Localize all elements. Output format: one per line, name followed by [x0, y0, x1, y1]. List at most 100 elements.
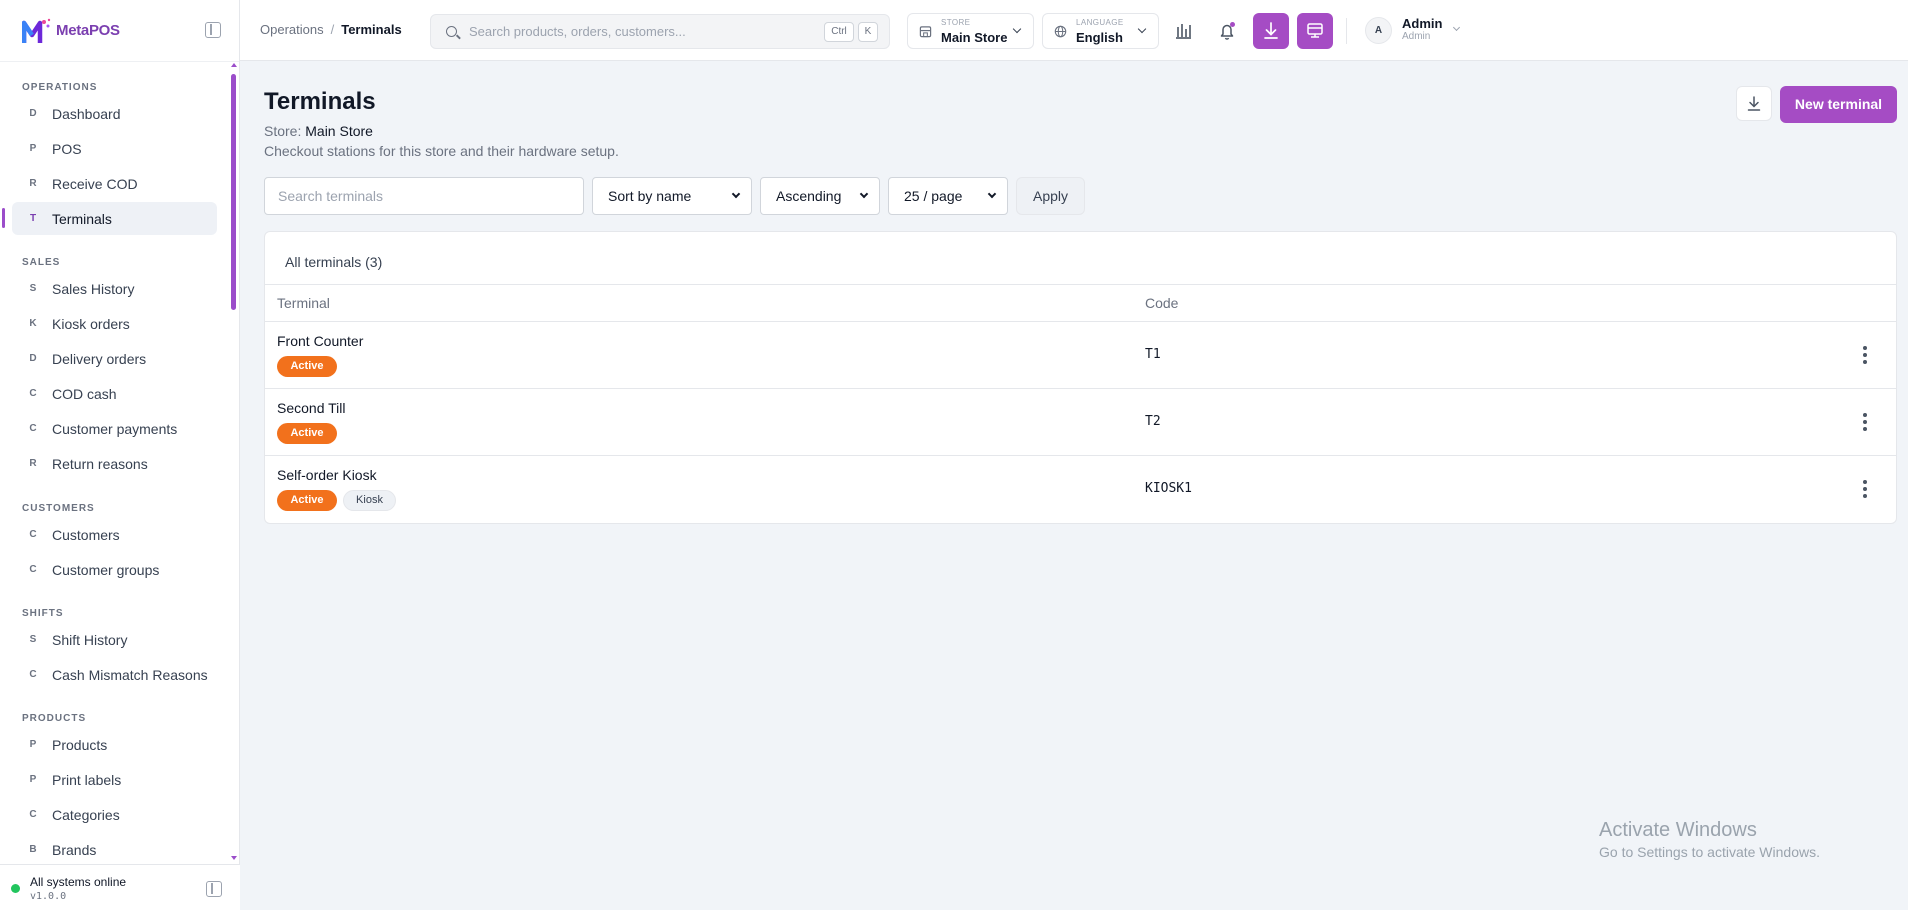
- row-actions-kebab-icon[interactable]: [1863, 480, 1869, 498]
- sidebar-item-delivery-orders[interactable]: D Delivery orders: [12, 342, 217, 375]
- row-actions-kebab-icon[interactable]: [1863, 346, 1869, 364]
- sidebar: MetaPOS OPERATIONS D Dashboard P POS R Rece…: [0, 0, 240, 910]
- sidebar-item-products[interactable]: P Products: [12, 728, 217, 761]
- user-menu-chevron-icon[interactable]: [1452, 23, 1461, 32]
- bell-icon: [1220, 22, 1235, 40]
- sidebar-item-pos[interactable]: P POS: [12, 132, 217, 165]
- logo-row: MetaPOS: [0, 0, 239, 62]
- table-row[interactable]: Front Counter Active T1: [265, 322, 1896, 389]
- notifications-button[interactable]: [1209, 13, 1245, 49]
- active-indicator: [2, 208, 5, 228]
- new-terminal-button[interactable]: New terminal: [1780, 86, 1897, 123]
- pos-terminal-icon: [1307, 23, 1323, 38]
- store-icon: [919, 26, 932, 38]
- nav-letter: C: [29, 423, 37, 434]
- page-size-select[interactable]: 25 / page: [888, 177, 1008, 215]
- store-selector[interactable]: STORE Main Store: [907, 13, 1034, 49]
- store-line-value: Main Store: [305, 123, 373, 139]
- status-badge: Active: [277, 356, 337, 377]
- open-pos-button[interactable]: [1297, 13, 1333, 49]
- install-app-button[interactable]: [1253, 13, 1289, 49]
- sort-order-select[interactable]: Ascending: [760, 177, 880, 215]
- nav-letter: B: [29, 844, 37, 855]
- sidebar-item-terminals[interactable]: T Terminals: [12, 202, 217, 235]
- table-body: Front Counter Active T1 Second Till Acti…: [265, 322, 1896, 525]
- user-name[interactable]: Admin: [1402, 16, 1442, 31]
- sidebar-item-return-reasons[interactable]: R Return reasons: [12, 447, 217, 480]
- nav-letter: S: [29, 283, 37, 294]
- sidebar-collapse-icon[interactable]: [205, 22, 221, 38]
- sort-field-value: Sort by name: [608, 188, 692, 204]
- row-actions-kebab-icon[interactable]: [1863, 413, 1869, 431]
- download-icon: [1747, 96, 1761, 111]
- breadcrumb-operations[interactable]: Operations: [260, 22, 324, 37]
- topbar: Operations / Terminals Search products, or…: [240, 0, 1908, 61]
- table-row[interactable]: Second Till Active T2: [265, 389, 1896, 456]
- column-header-terminal: Terminal: [277, 295, 330, 311]
- search-icon: [446, 26, 457, 37]
- terminal-search-input[interactable]: [264, 177, 584, 215]
- nav-letter: D: [29, 353, 37, 364]
- nav-letter: P: [29, 143, 37, 154]
- nav-label: Sales History: [52, 280, 135, 297]
- sidebar-nav: OPERATIONS D Dashboard P POS R Receive COD …: [0, 62, 240, 862]
- sidebar-item-cash-mismatch-reasons[interactable]: C Cash Mismatch Reasons: [12, 658, 217, 691]
- sidebar-item-categories[interactable]: C Categories: [12, 798, 217, 831]
- sidebar-item-customer-payments[interactable]: C Customer payments: [12, 412, 217, 445]
- sidebar-item-brands[interactable]: B Brands: [12, 833, 217, 862]
- global-search[interactable]: Search products, orders, customers... Ct…: [430, 14, 890, 49]
- sidebar-item-cod-cash[interactable]: C COD cash: [12, 377, 217, 410]
- nav-label: Kiosk orders: [52, 315, 130, 332]
- scroll-up-arrow-icon[interactable]: [231, 63, 237, 67]
- nav-label: Receive COD: [52, 175, 138, 192]
- section-label-shifts: SHIFTS: [22, 608, 64, 619]
- scroll-down-arrow-icon[interactable]: [231, 856, 237, 860]
- windows-activation-hint: Go to Settings to activate Windows.: [1599, 844, 1820, 860]
- logo[interactable]: MetaPOS: [22, 17, 120, 45]
- export-button[interactable]: [1736, 86, 1772, 121]
- language-selector[interactable]: LANGUAGE English: [1042, 13, 1159, 49]
- sidebar-item-sales-history[interactable]: S Sales History: [12, 272, 217, 305]
- table-row[interactable]: Self-order Kiosk Active Kiosk KIOSK1: [265, 456, 1896, 523]
- nav-label: Print labels: [52, 771, 122, 788]
- system-status: All systems online: [30, 875, 127, 889]
- chevron-down-icon: [859, 189, 869, 199]
- breadcrumb-current: Terminals: [341, 22, 402, 37]
- terminal-code: T1: [1145, 347, 1161, 362]
- nav-label: Categories: [52, 806, 120, 823]
- nav-label: Terminals: [52, 210, 112, 227]
- nav-letter: R: [29, 458, 37, 469]
- sidebar-toggle-icon[interactable]: [206, 881, 222, 897]
- chevron-down-icon: [1137, 24, 1147, 34]
- sidebar-item-customer-groups[interactable]: C Customer groups: [12, 553, 217, 586]
- store-value: Main Store: [941, 30, 1008, 45]
- sidebar-item-print-labels[interactable]: P Print labels: [12, 763, 217, 796]
- terminals-table-card: All terminals (3) Terminal Code Front Co…: [264, 231, 1897, 524]
- nav-letter: C: [29, 669, 37, 680]
- language-caption: LANGUAGE: [1076, 18, 1124, 27]
- sidebar-item-shift-history[interactable]: S Shift History: [12, 623, 217, 656]
- apply-button[interactable]: Apply: [1016, 177, 1085, 215]
- page-title: Terminals: [264, 88, 376, 115]
- breadcrumb: Operations / Terminals: [260, 22, 402, 37]
- sidebar-scrollbar-thumb[interactable]: [231, 74, 236, 310]
- sidebar-item-customers[interactable]: C Customers: [12, 518, 217, 551]
- language-value: English: [1076, 30, 1123, 45]
- app-version: v1.0.0: [30, 891, 67, 902]
- status-dot-icon: [11, 884, 20, 893]
- terminal-name: Self-order Kiosk: [277, 467, 377, 483]
- store-caption: STORE: [941, 18, 971, 27]
- sidebar-item-dashboard[interactable]: D Dashboard: [12, 97, 217, 130]
- page-subtitle: Checkout stations for this store and the…: [264, 143, 619, 159]
- nav-letter: C: [29, 564, 37, 575]
- nav-label: Customer groups: [52, 561, 160, 578]
- store-line: Store: Main Store: [264, 123, 373, 139]
- brand-name: MetaPOS: [56, 22, 120, 39]
- nav-label: Customers: [52, 526, 120, 543]
- sidebar-item-receive-cod[interactable]: R Receive COD: [12, 167, 217, 200]
- nav-label: Brands: [52, 841, 97, 858]
- reports-button[interactable]: [1165, 13, 1201, 49]
- sidebar-item-kiosk-orders[interactable]: K Kiosk orders: [12, 307, 217, 340]
- avatar[interactable]: A: [1365, 17, 1392, 44]
- sort-field-select[interactable]: Sort by name: [592, 177, 752, 215]
